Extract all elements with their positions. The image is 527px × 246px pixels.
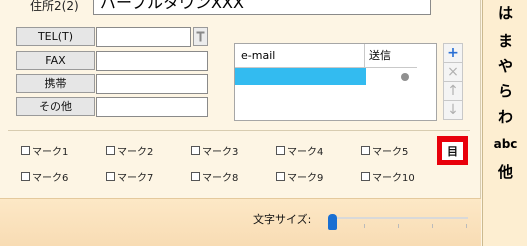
checkbox-icon[interactable] <box>191 171 200 181</box>
mark-checkbox-3[interactable]: マーク3 <box>191 143 239 158</box>
address2-label: 住所2(2) <box>30 0 79 13</box>
email-table[interactable]: e-mail 送信 <box>234 43 437 121</box>
kana-index-other[interactable]: 他 <box>483 161 527 182</box>
mark-checkbox-7[interactable]: マーク7 <box>106 169 154 184</box>
add-email-button[interactable]: + <box>443 43 463 63</box>
tel-picker-button[interactable] <box>193 27 208 46</box>
checkbox-icon[interactable] <box>21 171 30 181</box>
other-input[interactable] <box>96 97 208 117</box>
mark-label: マーク8 <box>202 172 239 184</box>
slider-tick <box>364 224 365 228</box>
email-send-cell[interactable] <box>366 68 417 85</box>
font-size-slider-track[interactable] <box>328 217 468 219</box>
kana-index-abc[interactable]: abc <box>483 137 527 151</box>
footer-bar <box>0 198 481 246</box>
section-divider <box>8 130 470 131</box>
mark-label: マーク3 <box>202 146 239 158</box>
other-label: その他 <box>16 97 95 116</box>
mark-checkbox-6[interactable]: マーク6 <box>21 169 69 184</box>
mark-checkbox-5[interactable]: マーク5 <box>361 143 409 158</box>
mark-label: マーク4 <box>287 146 324 158</box>
mobile-label: 携帯 <box>16 74 95 93</box>
send-column-header[interactable]: 送信 <box>365 44 417 68</box>
mark-checkbox-10[interactable]: マーク10 <box>361 169 415 184</box>
fax-input[interactable] <box>96 51 208 71</box>
remove-email-button[interactable]: × <box>443 62 463 82</box>
mark-checkbox-8[interactable]: マーク8 <box>191 169 239 184</box>
checkbox-icon[interactable] <box>276 145 285 155</box>
tel-input[interactable] <box>96 27 191 47</box>
mark-checkbox-4[interactable]: マーク4 <box>276 143 324 158</box>
checkbox-icon[interactable] <box>106 145 115 155</box>
mark-label: マーク6 <box>32 172 69 184</box>
mark-label: マーク7 <box>117 172 154 184</box>
font-size-slider-thumb[interactable] <box>328 214 337 230</box>
slider-tick <box>398 224 399 228</box>
mark-checkbox-1[interactable]: マーク1 <box>21 143 69 158</box>
list-icon: 目 <box>442 141 463 160</box>
contact-form-panel: 住所2(2) パープルタウンXXX TEL(T) FAX 携帯 その他 e-ma… <box>0 0 481 246</box>
email-row-selected[interactable] <box>235 68 366 85</box>
checkbox-icon[interactable] <box>191 145 200 155</box>
mark-list-button[interactable]: 目 <box>437 136 468 165</box>
send-radio-icon[interactable] <box>401 73 409 81</box>
phone-list-icon <box>196 31 205 42</box>
checkbox-icon[interactable] <box>106 171 115 181</box>
mark-label: マーク10 <box>372 172 415 184</box>
slider-tick <box>466 224 467 228</box>
fax-label: FAX <box>16 51 95 70</box>
mark-checkbox-2[interactable]: マーク2 <box>106 143 154 158</box>
kana-index-ra[interactable]: ら <box>483 80 527 101</box>
kana-index-ya[interactable]: や <box>483 55 527 76</box>
kana-index-ma[interactable]: ま <box>483 30 527 51</box>
mark-label: マーク9 <box>287 172 324 184</box>
move-down-button[interactable]: ↓ <box>443 100 463 120</box>
mark-checkbox-9[interactable]: マーク9 <box>276 169 324 184</box>
checkbox-icon[interactable] <box>361 171 370 181</box>
address2-field[interactable]: パープルタウンXXX <box>93 0 431 15</box>
kana-index-wa[interactable]: わ <box>483 106 527 127</box>
font-size-label: 文字サイズ: <box>253 213 312 226</box>
email-column-header[interactable]: e-mail <box>235 44 365 68</box>
slider-tick <box>432 224 433 228</box>
mobile-input[interactable] <box>96 74 208 94</box>
checkbox-icon[interactable] <box>276 171 285 181</box>
mark-label: マーク2 <box>117 146 154 158</box>
move-up-button[interactable]: ↑ <box>443 81 463 101</box>
kana-index-ha[interactable]: は <box>483 2 527 23</box>
checkbox-icon[interactable] <box>361 145 370 155</box>
mark-label: マーク1 <box>32 146 69 158</box>
tel-label: TEL(T) <box>16 27 95 46</box>
kana-index-panel: は ま や ら わ abc 他 <box>482 0 527 246</box>
checkbox-icon[interactable] <box>21 145 30 155</box>
mark-label: マーク5 <box>372 146 409 158</box>
